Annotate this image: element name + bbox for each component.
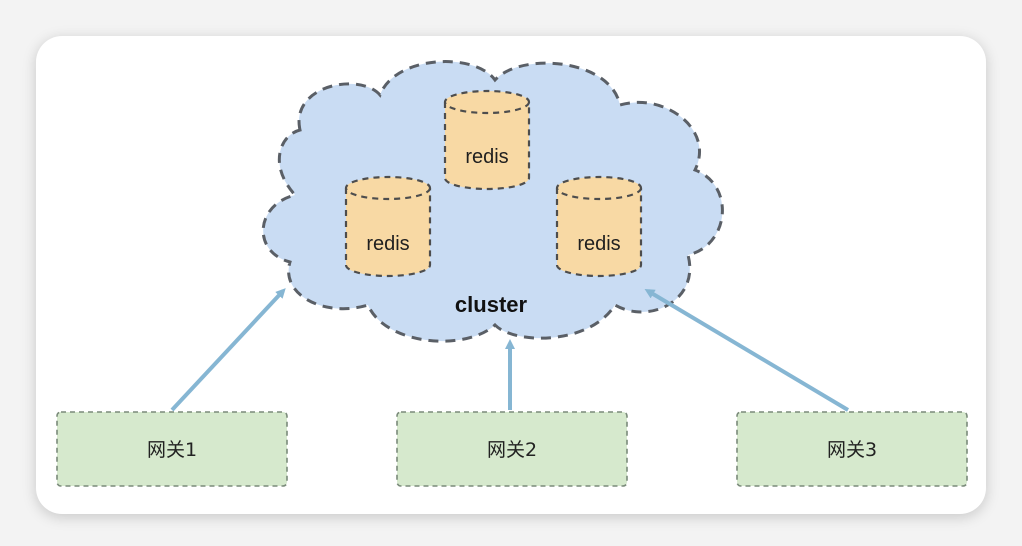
architecture-diagram: redis redis redis cluster 网关1 网关2 网关3 xyxy=(56,60,968,487)
gateway-3-label: 网关3 xyxy=(827,439,877,461)
redis-node-1-label: redis xyxy=(465,146,508,168)
redis-node-3-label: redis xyxy=(577,233,620,255)
redis-node-2: redis xyxy=(344,175,432,278)
gateway-3: 网关3 xyxy=(736,411,968,487)
gateway-1-label: 网关1 xyxy=(147,439,197,461)
redis-node-3: redis xyxy=(555,175,643,278)
cluster-label: cluster xyxy=(455,292,528,317)
redis-node-2-label: redis xyxy=(366,233,409,255)
arrow-gateway-1-to-cluster xyxy=(170,288,286,412)
redis-node-1: redis xyxy=(443,89,531,191)
gateway-2: 网关2 xyxy=(396,411,628,487)
gateway-1: 网关1 xyxy=(56,411,288,487)
arrow-gateway-3-to-cluster xyxy=(644,288,850,412)
gateway-2-label: 网关2 xyxy=(487,439,537,461)
